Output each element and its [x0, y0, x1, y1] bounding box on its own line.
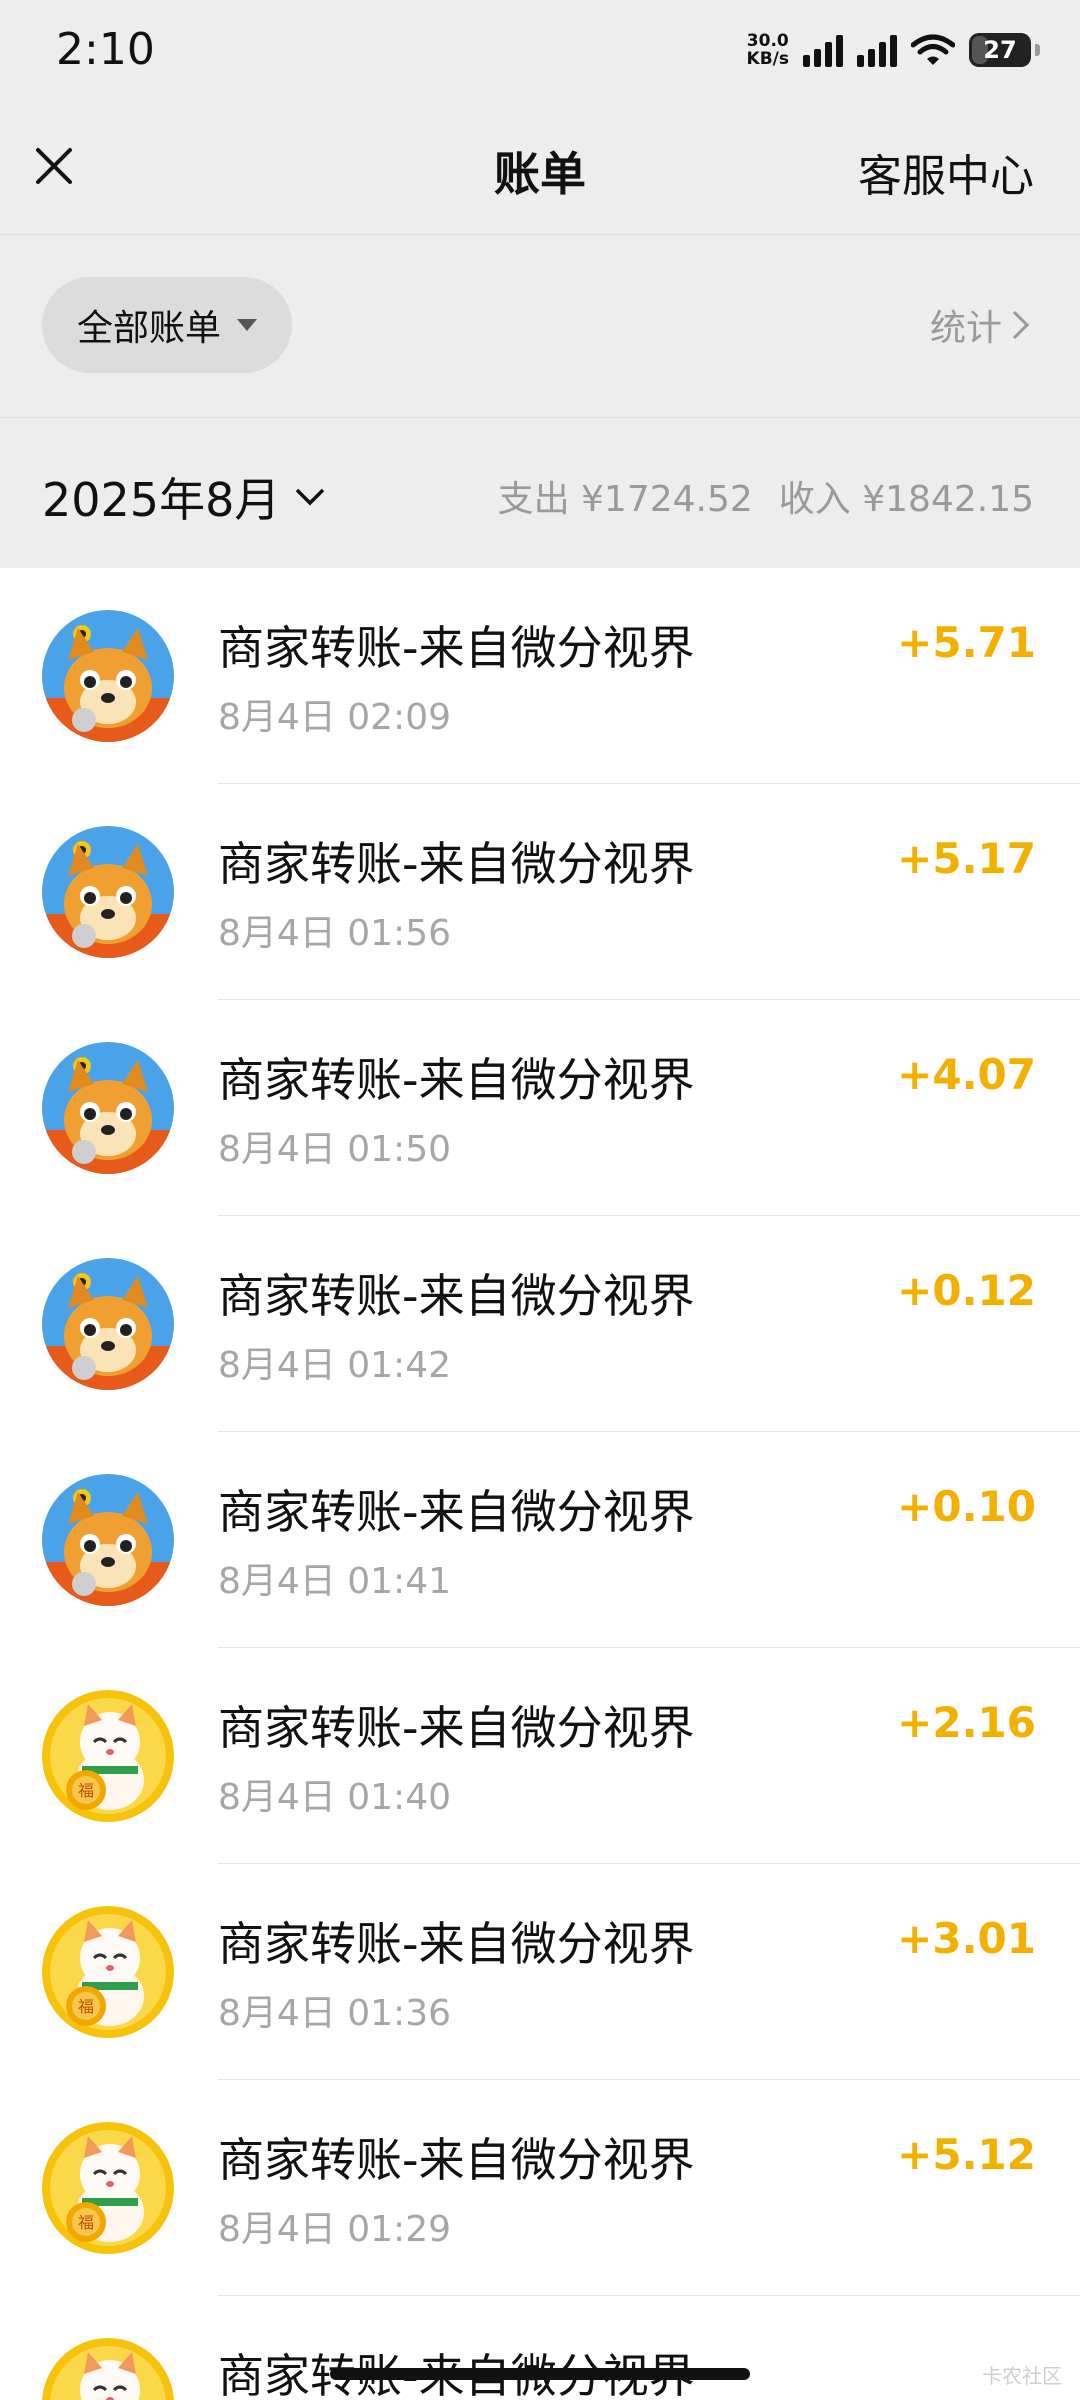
status-bar: 2:10 30.0 KB/s 27 — [0, 0, 1080, 104]
statistics-link[interactable]: 统计 — [930, 299, 1032, 351]
transaction-name: 商家转账-来自微分视界 — [218, 2133, 695, 2187]
nav-bar: 账单 客服中心 — [0, 104, 1080, 235]
month-summary: 支出 ¥1724.52 收入 ¥1842.15 — [498, 470, 1034, 522]
transaction-time: 8月4日 01:42 — [218, 1345, 451, 1386]
customer-service-link[interactable]: 客服中心 — [858, 140, 1034, 204]
transaction-row[interactable]: 商家转账-来自微分视界 8月4日 02:09 +5.71 — [0, 568, 1080, 784]
caret-down-icon — [237, 319, 257, 331]
transaction-time: 8月4日 01:36 — [218, 1993, 451, 2034]
transaction-name: 商家转账-来自微分视界 — [218, 1485, 695, 1539]
network-speed: 30.0 KB/s — [746, 31, 789, 69]
signal-1-icon — [803, 33, 843, 67]
dog-avatar — [42, 610, 174, 742]
battery-cap — [1035, 44, 1040, 56]
transaction-name: 商家转账-来自微分视界 — [218, 621, 695, 675]
month-header: 2025年8月 支出 ¥1724.52 收入 ¥1842.15 — [0, 418, 1080, 568]
transaction-list: 商家转账-来自微分视界 8月4日 02:09 +5.71 商家转账-来自微分视界 8月… — [0, 568, 1080, 2400]
transaction-time: 8月4日 01:41 — [218, 1561, 451, 1602]
transaction-name: 商家转账-来自微分视界 — [218, 1701, 695, 1755]
transaction-row[interactable]: 商家转账-来自微分视界 8月4日 01:50 +4.07 — [0, 1000, 1080, 1216]
transaction-amount: +2.16 — [897, 1698, 1036, 1747]
transaction-amount: +5.71 — [897, 618, 1036, 667]
watermark: 卡农社区 — [982, 2364, 1062, 2388]
transaction-row[interactable]: 商家转账-来自微分视界 8月4日 01:56 +5.17 — [0, 784, 1080, 1000]
transaction-amount: +3.01 — [897, 1914, 1036, 1963]
transaction-name: 商家转账-来自微分视界 — [218, 837, 695, 891]
income-total: 收入 ¥1842.15 — [778, 479, 1034, 520]
transaction-amount: +0.10 — [897, 1482, 1036, 1531]
transaction-amount: +0.12 — [897, 1266, 1036, 1315]
month-label: 2025年8月 — [42, 473, 281, 527]
lucky-cat-avatar: 福 — [42, 1690, 174, 1822]
svg-text:福: 福 — [78, 1781, 94, 1800]
month-selector[interactable]: 2025年8月 — [42, 464, 326, 530]
transaction-amount: +5.17 — [897, 834, 1036, 883]
dog-avatar — [42, 1474, 174, 1606]
transaction-row[interactable]: 福 商家转账-来自微分视界 8月4日 01:36 +3.01 — [0, 1864, 1080, 2080]
chevron-right-icon — [1012, 310, 1030, 340]
dog-avatar — [42, 826, 174, 958]
dog-avatar — [42, 1042, 174, 1174]
transaction-time: 8月4日 01:50 — [218, 1129, 451, 1170]
transaction-row[interactable]: 福 商家转账-来自微分视界 8月4日 01:29 +5.12 — [0, 2080, 1080, 2296]
dog-avatar — [42, 1258, 174, 1390]
signal-2-icon — [857, 33, 897, 67]
transaction-row[interactable]: 福 商家转账-来自微分视界 8月4日 01:40 +2.16 — [0, 1648, 1080, 1864]
statistics-label: 统计 — [929, 308, 1002, 349]
lucky-cat-avatar: 福 — [42, 2122, 174, 2254]
transaction-time: 8月4日 01:40 — [218, 1777, 451, 1818]
transaction-row[interactable]: 商家转账-来自微分视界 8月4日 01:42 +0.12 — [0, 1216, 1080, 1432]
transaction-time: 8月4日 01:56 — [218, 913, 451, 954]
lucky-cat-avatar: 福 — [42, 1906, 174, 2038]
status-icons: 30.0 KB/s 27 — [747, 32, 1040, 68]
chevron-down-icon — [296, 488, 325, 506]
transaction-amount: +4.07 — [897, 1050, 1036, 1099]
transaction-name: 商家转账-来自微分视界 — [218, 1053, 695, 1107]
transaction-amount: +5.12 — [897, 2130, 1036, 2179]
all-bills-dropdown[interactable]: 全部账单 — [42, 277, 292, 373]
transaction-row[interactable]: 商家转账-来自微分视界 8月4日 01:41 +0.10 — [0, 1432, 1080, 1648]
transaction-time: 8月4日 01:29 — [218, 2209, 451, 2250]
svg-text:福: 福 — [78, 1997, 94, 2016]
home-indicator[interactable] — [330, 2368, 750, 2380]
filter-bar: 全部账单 统计 — [0, 235, 1080, 418]
expense-total: 支出 ¥1724.52 — [497, 479, 753, 520]
all-bills-label: 全部账单 — [76, 308, 221, 349]
svg-text:福: 福 — [78, 2213, 94, 2232]
lucky-cat-avatar: 福 — [42, 2338, 174, 2400]
wifi-icon — [911, 34, 955, 65]
transaction-time: 8月4日 02:09 — [218, 697, 451, 738]
battery-icon: 27 — [969, 33, 1031, 67]
transaction-name: 商家转账-来自微分视界 — [218, 1917, 695, 1971]
status-time: 2:10 — [56, 24, 155, 75]
transaction-row[interactable]: 福 商家转账-来自微分视界 — [0, 2296, 1080, 2400]
transaction-name: 商家转账-来自微分视界 — [218, 1269, 695, 1323]
